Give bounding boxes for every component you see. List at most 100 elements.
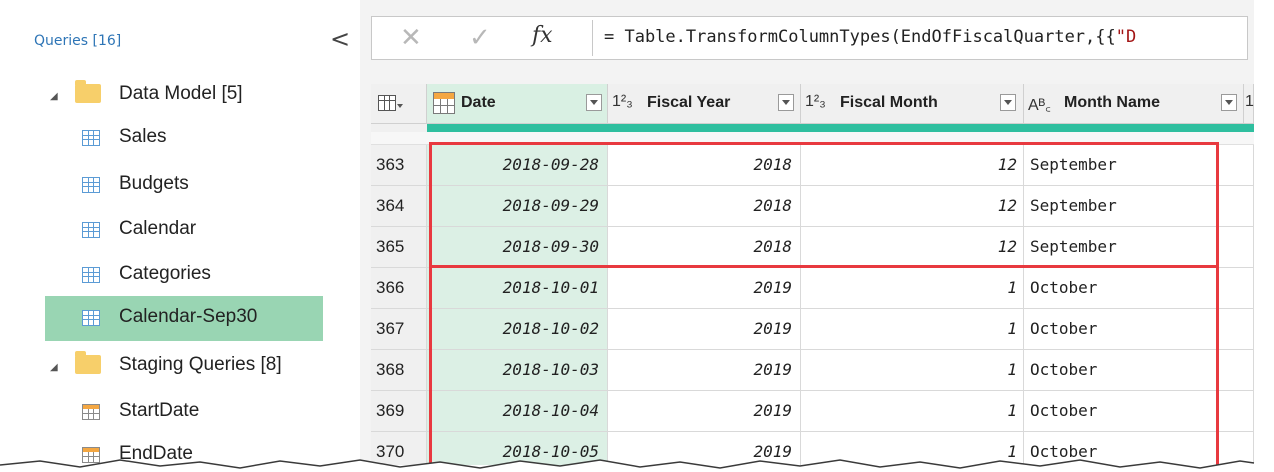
partial-type-icon: 1 (1245, 93, 1254, 110)
fiscal-month-cell[interactable]: 1 (801, 309, 1024, 350)
row-number[interactable]: 363 (371, 145, 427, 186)
query-item-budgets[interactable]: Budgets (15, 163, 360, 208)
quality-bar-gap (371, 124, 427, 132)
column-profile-row (371, 132, 1254, 145)
filter-dropdown-icon[interactable] (586, 94, 602, 111)
query-item-categories[interactable]: Categories (15, 253, 360, 298)
collapse-pane-icon[interactable]: < (330, 25, 350, 53)
formula-input[interactable]: = Table.TransformColumnTypes(EndOfFiscal… (604, 27, 1136, 47)
fiscal-month-cell[interactable]: 1 (801, 268, 1024, 309)
column-label: Fiscal Month (840, 94, 938, 111)
query-label: StartDate (119, 400, 200, 421)
date-cell[interactable]: 2018-10-04 (427, 391, 608, 432)
whole-number-type-icon[interactable]: 1²₃ (612, 93, 633, 111)
row-number[interactable]: 366 (371, 268, 427, 309)
month-name-cell[interactable]: September (1024, 145, 1254, 186)
month-name-cell[interactable]: October (1024, 268, 1254, 309)
cancel-icon[interactable]: ✕ (400, 23, 422, 53)
fiscal-year-cell[interactable]: 2018 (608, 186, 801, 227)
formula-bar: ✕ ✓ fx = Table.TransformColumnTypes(EndO… (371, 16, 1248, 60)
folder-icon (75, 351, 101, 374)
group-label: Staging Queries [8] (119, 354, 282, 375)
month-name-cell[interactable]: October (1024, 391, 1254, 432)
formula-string: "D (1115, 27, 1137, 47)
fiscal-year-cell[interactable]: 2019 (608, 309, 801, 350)
date-cell[interactable]: 2018-09-29 (427, 186, 608, 227)
date-type-icon[interactable] (433, 92, 455, 114)
filter-dropdown-icon[interactable] (1221, 94, 1237, 111)
date-cell[interactable]: 2018-09-30 (427, 227, 608, 268)
row-number[interactable]: 365 (371, 227, 427, 268)
table-icon (82, 310, 100, 326)
query-item-calendar-sep30[interactable]: Calendar-Sep30 (45, 296, 323, 341)
date-cell[interactable]: 2018-10-02 (427, 309, 608, 350)
commit-icon[interactable]: ✓ (469, 23, 491, 53)
text-type-icon[interactable]: Aᴮ꜀ (1028, 93, 1051, 115)
table-row: 364 2018-09-29 2018 12 September (371, 186, 1254, 227)
table-icon (82, 130, 100, 146)
month-name-cell[interactable]: October (1024, 350, 1254, 391)
filter-dropdown-icon[interactable] (778, 94, 794, 111)
expand-triangle-icon[interactable]: ◢ (50, 362, 58, 373)
fiscal-year-cell[interactable]: 2019 (608, 350, 801, 391)
table-row: 369 2018-10-04 2019 1 October (371, 391, 1254, 432)
query-label: Calendar-Sep30 (119, 306, 258, 327)
fiscal-month-cell[interactable]: 12 (801, 145, 1024, 186)
fiscal-year-cell[interactable]: 2019 (608, 268, 801, 309)
torn-edge-decoration (0, 459, 1274, 472)
queries-pane: Queries [16] < ◢ Data Model [5] Sales Bu… (15, 15, 360, 465)
group-data-model[interactable]: ◢ Data Model [5] (15, 73, 360, 118)
table-row: 363 2018-09-28 2018 12 September (371, 145, 1254, 186)
column-quality-bar (427, 124, 1254, 132)
query-label: Budgets (119, 173, 189, 194)
fiscal-month-cell[interactable]: 1 (801, 350, 1024, 391)
row-number[interactable]: 368 (371, 350, 427, 391)
whole-number-type-icon[interactable]: 1²₃ (805, 93, 826, 111)
fiscal-month-cell[interactable]: 12 (801, 227, 1024, 268)
group-staging-queries[interactable]: ◢ Staging Queries [8] (15, 344, 360, 389)
fiscal-year-cell[interactable]: 2018 (608, 227, 801, 268)
row-number[interactable]: 369 (371, 391, 427, 432)
parameter-table-icon (82, 404, 100, 420)
query-item-startdate[interactable]: StartDate (15, 390, 360, 435)
row-number[interactable]: 367 (371, 309, 427, 350)
table-menu-button[interactable] (371, 84, 427, 124)
column-header-fiscal-month[interactable]: 1²₃ Fiscal Month (801, 84, 1024, 124)
formula-text: = Table.TransformColumnTypes(EndOfFiscal… (604, 27, 1116, 47)
column-header-date[interactable]: Date (427, 84, 608, 124)
expand-triangle-icon[interactable]: ◢ (50, 91, 58, 102)
table-icon (82, 267, 100, 283)
fiscal-month-cell[interactable]: 1 (801, 391, 1024, 432)
folder-icon (75, 80, 101, 103)
table-icon (82, 177, 100, 193)
table-row: 368 2018-10-03 2019 1 October (371, 350, 1254, 391)
query-label: Categories (119, 263, 211, 284)
month-name-cell[interactable]: September (1024, 186, 1254, 227)
query-label: Calendar (119, 218, 197, 239)
filter-dropdown-icon[interactable] (1000, 94, 1016, 111)
main-area: ✕ ✓ fx = Table.TransformColumnTypes(EndO… (360, 0, 1254, 465)
data-grid: Date 1²₃ Fiscal Year 1²₃ Fiscal Month Aᴮ… (371, 84, 1254, 465)
formula-divider (592, 20, 593, 56)
date-cell[interactable]: 2018-10-03 (427, 350, 608, 391)
row-number[interactable]: 364 (371, 186, 427, 227)
table-row: 365 2018-09-30 2018 12 September (371, 227, 1254, 268)
column-header-month-name[interactable]: Aᴮ꜀ Month Name (1024, 84, 1244, 124)
queries-header: Queries [16] (34, 33, 122, 49)
column-header-next[interactable]: 1 (1244, 84, 1254, 124)
month-name-cell[interactable]: October (1024, 309, 1254, 350)
group-label: Data Model [5] (119, 83, 243, 104)
fiscal-year-cell[interactable]: 2019 (608, 391, 801, 432)
column-header-fiscal-year[interactable]: 1²₃ Fiscal Year (608, 84, 801, 124)
column-label: Month Name (1064, 94, 1160, 111)
query-item-calendar[interactable]: Calendar (15, 208, 360, 253)
fiscal-year-cell[interactable]: 2018 (608, 145, 801, 186)
fx-icon[interactable]: fx (532, 23, 553, 48)
date-cell[interactable]: 2018-09-28 (427, 145, 608, 186)
date-cell[interactable]: 2018-10-01 (427, 268, 608, 309)
table-row: 367 2018-10-02 2019 1 October (371, 309, 1254, 350)
query-label: Sales (119, 126, 167, 147)
month-name-cell[interactable]: September (1024, 227, 1254, 268)
query-item-sales[interactable]: Sales (15, 116, 360, 161)
fiscal-month-cell[interactable]: 12 (801, 186, 1024, 227)
